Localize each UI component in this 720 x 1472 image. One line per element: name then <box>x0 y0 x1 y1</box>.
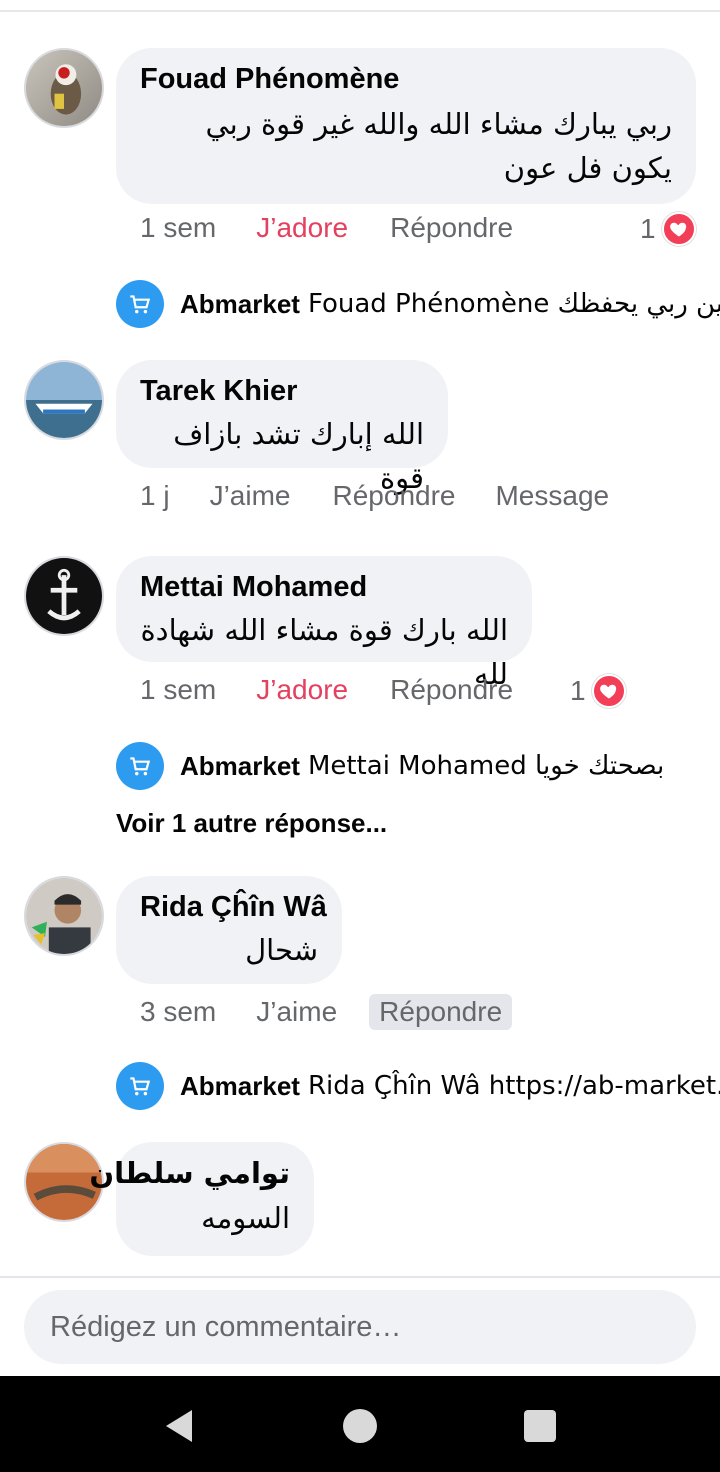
reply-author[interactable]: Abmarket <box>180 1071 300 1102</box>
reaction-count-value: 1 <box>570 675 586 706</box>
avatar[interactable] <box>24 360 104 440</box>
comment-text: شحال <box>245 933 318 967</box>
comment-time[interactable]: 1 sem <box>140 674 216 706</box>
comment-actions: 1 sem J’adore Répondre <box>140 212 513 244</box>
comment-actions: 1 sem J’adore Répondre <box>140 674 513 706</box>
reply-author[interactable]: Abmarket <box>180 289 300 320</box>
reply-row[interactable]: Abmarket Fouad Phénomène امين ربي يحفظك <box>116 280 720 328</box>
cart-icon[interactable] <box>116 1062 164 1110</box>
system-nav-bar <box>0 1376 720 1472</box>
view-more-replies-link[interactable]: Voir 1 autre réponse... <box>116 808 387 839</box>
home-icon[interactable] <box>340 1406 380 1446</box>
reply-text: Rida Çĥîn Wâ https://ab-market.... <box>307 1071 720 1101</box>
reaction-count[interactable]: 1 <box>640 212 696 246</box>
like-button[interactable]: J’adore <box>256 212 348 244</box>
heart-icon <box>591 674 626 708</box>
comment-time[interactable]: 3 sem <box>140 996 216 1028</box>
top-divider <box>0 0 720 12</box>
comment-author[interactable]: Fouad Phénomène <box>140 62 672 96</box>
comment-input[interactable]: Rédigez un commentaire… <box>24 1290 696 1364</box>
comment-text: السومه <box>201 1201 290 1235</box>
comment-bubble[interactable]: Rida Çĥîn Wâ شحال <box>116 876 342 984</box>
like-button[interactable]: J’aime <box>210 480 291 512</box>
comment-author[interactable]: Mettai Mohamed <box>140 570 508 604</box>
comment-time[interactable]: 1 sem <box>140 212 216 244</box>
comment-bubble[interactable]: توامي سلطان السومه <box>89 1142 314 1256</box>
cart-icon[interactable] <box>116 280 164 328</box>
comment-bubble[interactable]: Mettai Mohamed الله بارك قوة مشاء الله ش… <box>116 556 532 691</box>
reply-row[interactable]: Abmarket Rida Çĥîn Wâ https://ab-market.… <box>116 1062 720 1110</box>
comment-author[interactable]: توامي سلطان <box>89 1156 290 1190</box>
comment-actions: 1 j J’aime Répondre Message <box>140 480 609 512</box>
avatar[interactable] <box>24 556 104 636</box>
message-button[interactable]: Message <box>495 480 609 512</box>
comment-composer-bar: Rédigez un commentaire… <box>0 1276 720 1376</box>
reaction-count-value: 1 <box>640 213 656 244</box>
back-icon[interactable] <box>160 1406 200 1446</box>
comment-author[interactable]: Rida Çĥîn Wâ <box>140 890 327 924</box>
reply-button[interactable]: Répondre <box>369 994 513 1030</box>
reply-text: Mettai Mohamed بصحتك خويا <box>307 751 665 781</box>
recents-icon[interactable] <box>520 1406 560 1446</box>
like-button[interactable]: J’aime <box>256 996 337 1028</box>
reply-button[interactable]: Répondre <box>390 674 513 706</box>
avatar[interactable] <box>24 48 104 128</box>
comment-text: ربي يبارك مشاء الله والله غير قوة ربي يك… <box>205 107 672 185</box>
comments-feed[interactable]: Fouad Phénomène ربي يبارك مشاء الله والل… <box>0 12 720 1276</box>
cart-icon[interactable] <box>116 742 164 790</box>
heart-icon <box>661 212 696 246</box>
comment-author[interactable]: Tarek Khier <box>140 374 424 408</box>
comment-actions: 3 sem J’aime Répondre <box>140 994 513 1030</box>
avatar[interactable] <box>24 876 104 956</box>
reply-text: Fouad Phénomène امين ربي يحفظك <box>307 289 720 319</box>
reply-button[interactable]: Répondre <box>390 212 513 244</box>
comment-bubble[interactable]: Tarek Khier الله إبارك تشد بازاف قوة <box>116 360 448 495</box>
reply-button[interactable]: Répondre <box>333 480 456 512</box>
like-button[interactable]: J’adore <box>256 674 348 706</box>
comment-time[interactable]: 1 j <box>140 480 170 512</box>
reaction-count[interactable]: 1 <box>570 674 626 708</box>
comment-bubble[interactable]: Fouad Phénomène ربي يبارك مشاء الله والل… <box>116 48 696 204</box>
reply-author[interactable]: Abmarket <box>180 751 300 782</box>
reply-row[interactable]: Abmarket Mettai Mohamed بصحتك خويا <box>116 742 664 790</box>
